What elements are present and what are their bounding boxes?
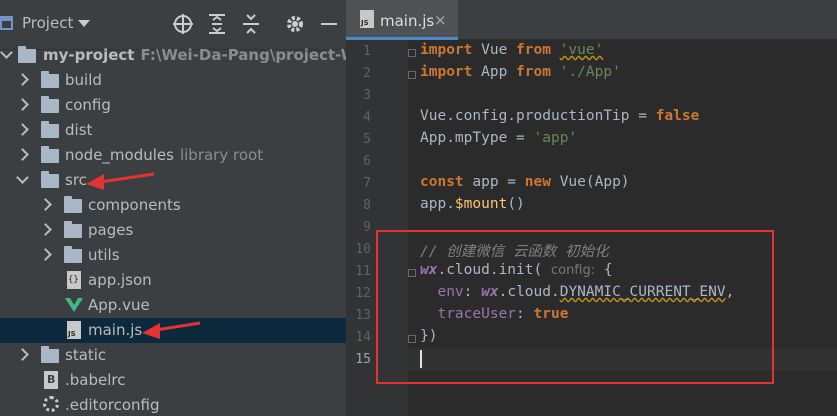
annotation-arrows — [86, 172, 201, 339]
arrow-to-src — [86, 172, 155, 190]
arrow-to-main-js — [142, 321, 201, 339]
